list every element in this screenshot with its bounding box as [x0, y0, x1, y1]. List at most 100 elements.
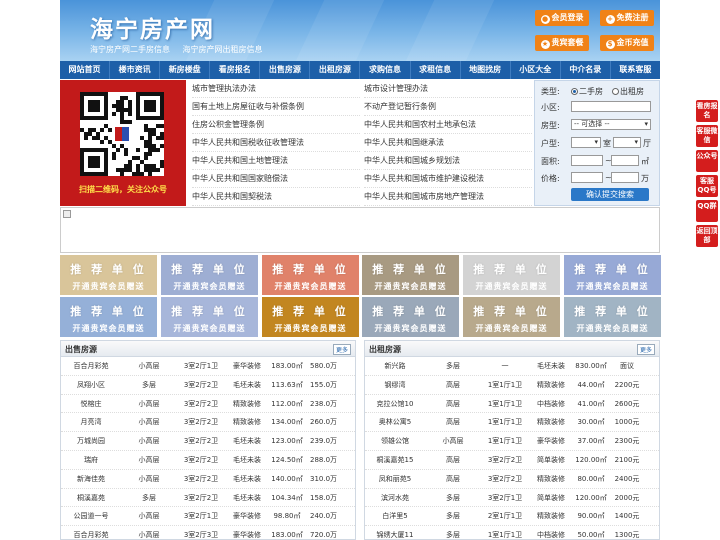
- table-row[interactable]: 新兴路 多层 一 毛坯未装 830.00㎡ 面议: [365, 357, 659, 376]
- table-cell[interactable]: 悦榕庄: [62, 395, 120, 414]
- table-cell[interactable]: 桐溪嘉苑15: [366, 451, 424, 470]
- table-cell[interactable]: 新兴路: [366, 357, 424, 376]
- table-row[interactable]: 滨河水苑 多层 3室2厅1卫 简单装修 120.00㎡ 2000元: [365, 489, 659, 508]
- nav-wanted-rent[interactable]: 求租信息: [411, 61, 461, 79]
- table-row[interactable]: 钢缪湾 高层 1室1厅1卫 精致装修 44.00㎡ 2200元: [365, 376, 659, 395]
- nav-sale[interactable]: 出售房源: [260, 61, 311, 79]
- table-row[interactable]: 锦绣大厦11 多层 1室1厅1卫 中档装修 50.00㎡ 1300元: [365, 526, 659, 539]
- register-button[interactable]: + 免费注册: [600, 10, 654, 26]
- nav-agents[interactable]: 中介名录: [561, 61, 611, 79]
- recommended-unit-tile[interactable]: 推 荐 单 位开通贵宾会员赠送: [161, 297, 258, 337]
- regulation-link[interactable]: 国有土地上房屋征收与补偿条例: [192, 98, 360, 116]
- recommended-unit-tile[interactable]: 推 荐 单 位开通贵宾会员赠送: [161, 255, 258, 295]
- room-select[interactable]: [571, 137, 601, 148]
- table-cell[interactable]: 公园道一号: [62, 507, 120, 526]
- table-row[interactable]: 新海佳苑 小高层 3室2厅2卫 毛坯未装 140.00㎡ 310.0万: [61, 470, 355, 489]
- table-row[interactable]: 桐溪嘉苑 多层 3室2厅2卫 毛坯未装 104.34㎡ 158.0万: [61, 489, 355, 508]
- table-cell[interactable]: 新海佳苑: [62, 470, 120, 489]
- table-cell[interactable]: 月亮湾: [62, 413, 120, 432]
- nav-wanted-buy[interactable]: 求购信息: [360, 61, 411, 79]
- tagline-rent-link[interactable]: 海宁房产网出租房信息: [183, 45, 263, 54]
- table-cell[interactable]: 凤和丽苑5: [366, 470, 424, 489]
- recommended-unit-tile[interactable]: 推 荐 单 位开通贵宾会员赠送: [362, 297, 459, 337]
- nav-viewing-signup[interactable]: 看房报名: [210, 61, 261, 79]
- regulation-link[interactable]: 城市设计管理办法: [364, 80, 532, 98]
- price-max-input[interactable]: [611, 172, 639, 183]
- table-row[interactable]: 月亮湾 小高层 3室2厅2卫 精致装修 134.00㎡ 260.0万: [61, 413, 355, 433]
- recommended-unit-tile[interactable]: 推 荐 单 位开通贵宾会员赠送: [564, 297, 661, 337]
- sale-more-button[interactable]: 更多: [332, 344, 351, 355]
- table-cell[interactable]: 锦绣大厦11: [366, 526, 424, 539]
- table-row[interactable]: 凤翔小区 多层 3室2厅2卫 毛坯未装 113.63㎡ 155.0万: [61, 376, 355, 395]
- regulation-link[interactable]: 中华人民共和国契税法: [192, 188, 360, 206]
- radio-rent[interactable]: 出租房: [612, 86, 644, 97]
- table-cell[interactable]: 白洋里5: [366, 507, 424, 526]
- nav-rent[interactable]: 出租房源: [310, 61, 361, 79]
- table-cell[interactable]: 万城尚园: [62, 432, 120, 451]
- nav-communities[interactable]: 小区大全: [511, 61, 561, 79]
- nav-map[interactable]: 地图找房: [461, 61, 511, 79]
- tagline-sale-link[interactable]: 海宁房产网二手房信息: [90, 45, 170, 54]
- float-qq-button[interactable]: 客服QQ号: [696, 175, 718, 197]
- float-official-account-button[interactable]: 公众号: [696, 150, 718, 172]
- table-cell[interactable]: 滨河水苑: [366, 489, 424, 508]
- regulation-link[interactable]: 城市管理执法办法: [192, 80, 360, 98]
- table-row[interactable]: 公园道一号 小高层 3室2厅1卫 豪华装修 98.80㎡ 240.0万: [61, 507, 355, 527]
- regulation-link[interactable]: 中华人民共和国农村土地承包法: [364, 116, 532, 134]
- hall-select[interactable]: [613, 137, 641, 148]
- radio-secondhand[interactable]: 二手房: [571, 86, 603, 97]
- table-cell[interactable]: 克拉公馆10: [366, 395, 424, 414]
- recommended-unit-tile[interactable]: 推 荐 单 位开通贵宾会员赠送: [463, 255, 560, 295]
- table-cell[interactable]: 领雄公馆: [366, 432, 424, 451]
- area-max-input[interactable]: [611, 155, 639, 166]
- house-type-select[interactable]: -- 可选择 --: [571, 119, 651, 130]
- table-cell[interactable]: 百合月彩苑: [62, 357, 120, 376]
- table-row[interactable]: 万城尚园 小高层 3室2厅2卫 毛坯未装 123.00㎡ 239.0万: [61, 432, 355, 451]
- table-row[interactable]: 悦榕庄 小高层 3室2厅2卫 精致装修 112.00㎡ 238.0万: [61, 395, 355, 414]
- nav-news[interactable]: 楼市资讯: [110, 61, 161, 79]
- recommended-unit-tile[interactable]: 推 荐 单 位开通贵宾会员赠送: [564, 255, 661, 295]
- table-row[interactable]: 桐溪嘉苑15 高层 3室2厅2卫 简单装修 120.00㎡ 2100元: [365, 451, 659, 470]
- table-row[interactable]: 白洋里5 多层 2室1厅1卫 精致装修 90.00㎡ 1400元: [365, 507, 659, 527]
- table-cell[interactable]: 桐溪嘉苑: [62, 489, 120, 508]
- regulation-link[interactable]: 中华人民共和国城乡规划法: [364, 152, 532, 170]
- search-submit-button[interactable]: 确认提交搜索: [571, 188, 649, 201]
- table-cell[interactable]: 钢缪湾: [366, 376, 424, 395]
- float-back-to-top-button[interactable]: 返回顶部: [696, 225, 718, 247]
- float-wechat-button[interactable]: 客服微信: [696, 125, 718, 147]
- regulation-link[interactable]: 中华人民共和国城市维护建设税法: [364, 170, 532, 188]
- float-viewing-signup-button[interactable]: 看房报名: [696, 100, 718, 122]
- table-row[interactable]: 百合月彩苑 小高层 3室2厅1卫 豪华装修 183.00㎡ 580.0万: [61, 357, 355, 376]
- recommended-unit-tile[interactable]: 推 荐 单 位开通贵宾会员赠送: [362, 255, 459, 295]
- price-min-input[interactable]: [571, 172, 603, 183]
- table-cell[interactable]: 百合月彩苑: [62, 526, 120, 539]
- recommended-unit-tile[interactable]: 推 荐 单 位开通贵宾会员赠送: [60, 255, 157, 295]
- coin-recharge-button[interactable]: $ 金币充值: [600, 35, 654, 51]
- regulation-link[interactable]: 中华人民共和国城市房地产管理法: [364, 188, 532, 206]
- nav-new-homes[interactable]: 新房楼盘: [160, 61, 211, 79]
- vip-package-button[interactable]: ★ 贵宾套餐: [535, 35, 589, 51]
- regulation-link[interactable]: 中华人民共和国土地管理法: [192, 152, 360, 170]
- table-row[interactable]: 奥林公寓5 高层 1室1厅1卫 精致装修 30.00㎡ 1000元: [365, 413, 659, 433]
- regulation-link[interactable]: 中华人民共和国税收征收管理法: [192, 134, 360, 152]
- nav-contact[interactable]: 联系客服: [611, 61, 660, 79]
- table-row[interactable]: 领雄公馆 小高层 1室1厅1卫 豪华装修 37.00㎡ 2300元: [365, 432, 659, 451]
- recommended-unit-tile[interactable]: 推 荐 单 位开通贵宾会员赠送: [463, 297, 560, 337]
- table-cell[interactable]: 瑞府: [62, 451, 120, 470]
- recommended-unit-tile[interactable]: 推 荐 单 位开通贵宾会员赠送: [262, 297, 359, 337]
- site-logo[interactable]: 海宁房产网: [90, 10, 215, 44]
- table-cell[interactable]: 凤翔小区: [62, 376, 120, 395]
- rent-more-button[interactable]: 更多: [636, 344, 655, 355]
- area-min-input[interactable]: [571, 155, 603, 166]
- table-row[interactable]: 凤和丽苑5 高层 3室2厅2卫 精致装修 80.00㎡ 2400元: [365, 470, 659, 489]
- banner-image[interactable]: [60, 207, 660, 253]
- regulation-link[interactable]: 住房公积金管理条例: [192, 116, 360, 134]
- member-login-button[interactable]: ● 会员登录: [535, 10, 589, 26]
- recommended-unit-tile[interactable]: 推 荐 单 位开通贵宾会员赠送: [60, 297, 157, 337]
- regulation-link[interactable]: 不动产登记暂行条例: [364, 98, 532, 116]
- regulation-link[interactable]: 中华人民共和国继承法: [364, 134, 532, 152]
- community-input[interactable]: [571, 101, 651, 112]
- float-qq-group-button[interactable]: QQ群: [696, 200, 718, 222]
- table-row[interactable]: 瑞府 小高层 3室2厅2卫 毛坯未装 124.50㎡ 288.0万: [61, 451, 355, 470]
- regulation-link[interactable]: 中华人民共和国国家赔偿法: [192, 170, 360, 188]
